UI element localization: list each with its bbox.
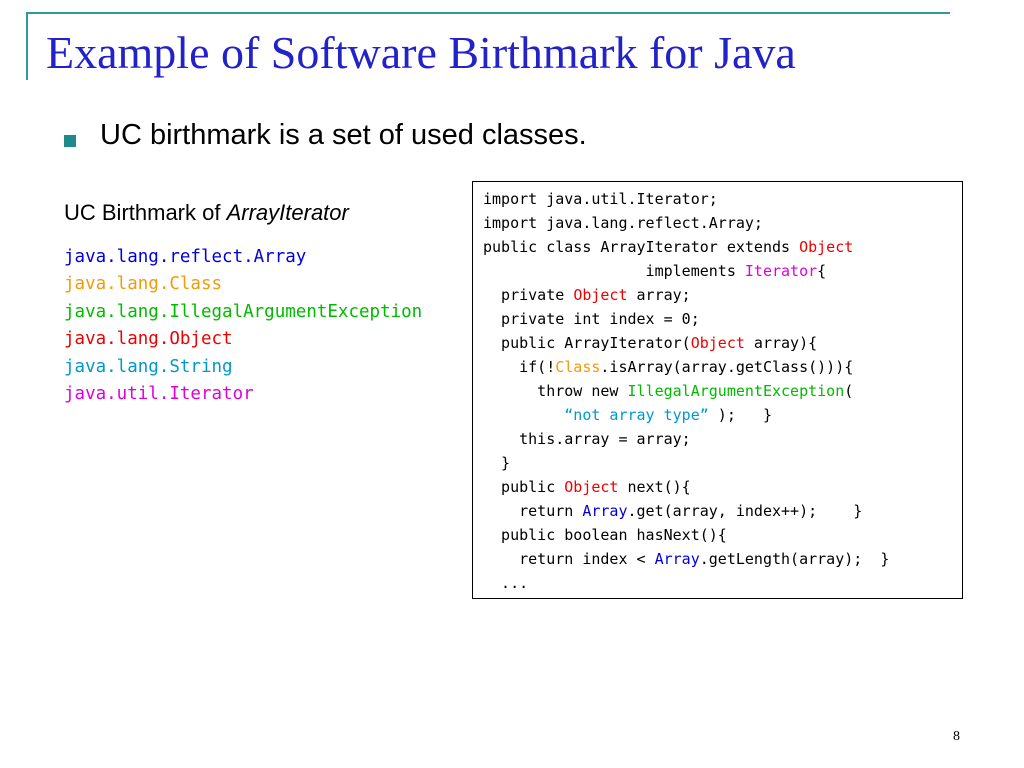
used-classes-list: java.lang.reflect.Array java.lang.Class … [64, 244, 422, 408]
code-line: public boolean hasNext(){ [483, 523, 889, 547]
code-text: public class ArrayIterator extends [483, 238, 800, 256]
code-highlight-string: “not array type” [564, 406, 709, 424]
code-line: private int index = 0; [483, 307, 889, 331]
bullet-square-icon [64, 135, 76, 147]
code-line: public ArrayIterator(Object array){ [483, 331, 889, 355]
code-line: private Object array; [483, 283, 889, 307]
page-number: 8 [953, 729, 960, 744]
code-text: return index < [483, 550, 655, 568]
code-highlight-object: Object [690, 334, 745, 352]
code-highlight-array: Array [582, 502, 628, 520]
class-item: java.lang.reflect.Array [64, 247, 307, 267]
code-text: ); } [708, 406, 772, 424]
code-text: implements [483, 262, 745, 280]
code-line: return index < Array.getLength(array); } [483, 547, 889, 571]
code-text: ... [483, 574, 529, 592]
code-line: return Array.get(array, index++); } [483, 499, 889, 523]
code-text: if(! [483, 358, 556, 376]
class-item: java.lang.IllegalArgumentException [64, 301, 423, 322]
code-listing: import java.util.Iterator; import java.la… [483, 187, 889, 595]
slide-title: Example of Software Birthmark for Java [46, 27, 796, 78]
code-line: throw new IllegalArgumentException( [483, 379, 889, 403]
class-item: java.util.Iterator [64, 384, 254, 405]
code-line: import java.util.Iterator; [483, 187, 889, 211]
heading-class-name: ArrayIterator [226, 200, 349, 225]
code-text: throw new [483, 382, 628, 400]
code-text: .getLength(array); } [699, 550, 890, 568]
class-item: java.lang.Class [64, 274, 223, 295]
class-item: java.lang.Object [64, 329, 233, 350]
code-text: import java.util.Iterator; [483, 190, 718, 208]
class-item: java.lang.String [64, 356, 233, 377]
code-line: if(!Class.isArray(array.getClass())){ [483, 355, 889, 379]
code-text: next(){ [618, 478, 691, 496]
top-rule [26, 12, 950, 14]
code-text: array){ [744, 334, 818, 352]
side-rule [26, 12, 28, 80]
code-line: } [483, 451, 889, 475]
uc-birthmark-heading: UC Birthmark of ArrayIterator [64, 200, 349, 226]
code-text: .isArray(array.getClass())){ [600, 358, 854, 376]
code-line: import java.lang.reflect.Array; [483, 211, 889, 235]
code-line: ... [483, 571, 889, 595]
code-highlight-iterator: Iterator [744, 262, 818, 280]
code-line: public class ArrayIterator extends Objec… [483, 235, 889, 259]
code-text: import java.lang.reflect.Array; [483, 214, 763, 232]
code-text: this.array = array; [483, 430, 691, 448]
heading-prefix: UC Birthmark of [64, 200, 227, 225]
code-text: public ArrayIterator( [483, 334, 691, 352]
code-highlight-object: Object [564, 478, 619, 496]
code-text: .get(array, index++); } [627, 502, 863, 520]
code-text: return [483, 502, 583, 520]
code-text: } [483, 454, 511, 472]
code-line: implements Iterator{ [483, 259, 889, 283]
code-highlight-object: Object [573, 286, 628, 304]
code-text: public boolean hasNext(){ [483, 526, 727, 544]
code-line: this.array = array; [483, 427, 889, 451]
code-line: “not array type” ); } [483, 403, 889, 427]
code-highlight-object: Object [799, 238, 854, 256]
code-text: private int index = 0; [483, 310, 700, 328]
code-line: public Object next(){ [483, 475, 889, 499]
code-text: public [483, 478, 565, 496]
code-highlight-class: Class [555, 358, 601, 376]
code-highlight-illegal-argument-exception: IllegalArgumentException [627, 382, 845, 400]
code-text: private [483, 286, 574, 304]
code-text: { [817, 262, 827, 280]
code-highlight-array: Array [654, 550, 700, 568]
bullet-text: UC birthmark is a set of used classes. [100, 119, 587, 151]
code-text: ( [844, 382, 854, 400]
code-text: array; [627, 286, 691, 304]
